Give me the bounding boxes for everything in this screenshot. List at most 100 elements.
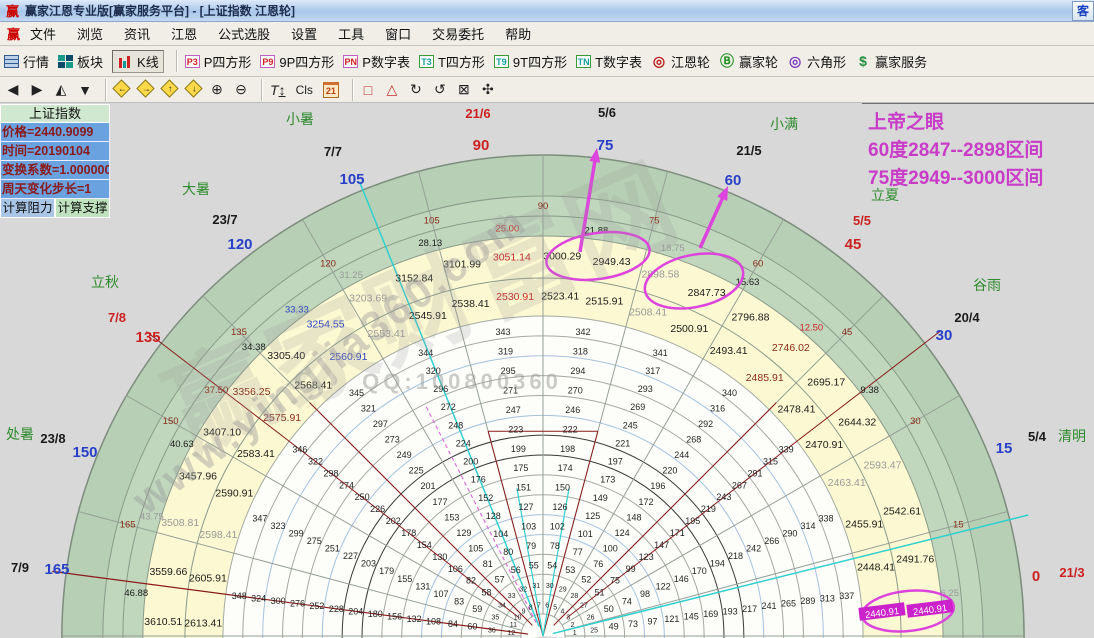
toolbar-item-行情[interactable]: 行情 (4, 52, 49, 71)
wheel-label: 2545.91 (409, 310, 447, 322)
wheel-label: 178 (401, 528, 416, 538)
wheel-label: 272 (441, 402, 456, 412)
pan-right-icon[interactable]: → (138, 82, 152, 98)
customer-service-button[interactable]: 客 (1072, 1, 1094, 21)
wheel-label: 2455.91 (845, 519, 883, 531)
pan-down-icon[interactable]: ↓ (186, 82, 200, 98)
calendar-icon[interactable]: 21 (323, 81, 339, 98)
wheel-label: 297 (373, 419, 388, 429)
rotate-cw-icon[interactable]: ↻ (409, 81, 423, 98)
wheel-label: 75 (597, 137, 614, 154)
menu-item-0[interactable]: 文件 (30, 27, 56, 42)
menu-item-1[interactable]: 浏览 (77, 27, 103, 42)
zoom-out-icon[interactable]: ⊖ (234, 81, 248, 98)
wheel-label: 195 (685, 516, 700, 526)
wheel-label: 145 (684, 611, 699, 621)
menu-item-2[interactable]: 资讯 (124, 27, 150, 42)
wheel-label: 126 (552, 502, 567, 512)
menu-item-3[interactable]: 江恩 (171, 27, 197, 42)
wheel-label: 153 (444, 512, 459, 522)
wheel-label: 49 (609, 622, 619, 632)
triangle-tool-icon[interactable]: △ (385, 81, 399, 98)
wheel-label: 219 (701, 504, 716, 514)
wheel-label: 322 (308, 456, 323, 466)
wheel-label: 102 (550, 522, 565, 532)
menu-item-4[interactable]: 公式选股 (218, 27, 270, 42)
wheel-label: 8 (529, 604, 533, 611)
wheel-label: 3457.96 (179, 471, 217, 483)
toolbar-item-赢家服务[interactable]: $赢家服务 (855, 52, 927, 71)
menu-item-9[interactable]: 帮助 (505, 27, 531, 42)
wheel-label: 56 (511, 565, 521, 575)
nav-down-icon[interactable]: ▼ (78, 82, 92, 98)
cls-button[interactable]: Cls (296, 83, 313, 97)
wheel-label: 249 (397, 450, 412, 460)
wheel-label: 265 (781, 599, 796, 609)
toolbar-label: K线 (137, 52, 159, 71)
wheel-label: 37.50 (204, 385, 228, 396)
toolbar-item-P四方形[interactable]: P3P四方形 (185, 52, 252, 71)
rotate-ccw-icon[interactable]: ↺ (433, 81, 447, 98)
toolbar-item-K线[interactable]: K线 (112, 50, 164, 73)
wheel-label: 3508.81 (161, 517, 199, 529)
wheel-label: 12.50 (799, 322, 823, 333)
wheel-label: 80 (503, 547, 513, 557)
wheel-label: 5/5 (853, 213, 871, 228)
nav-right-icon[interactable]: ▶ (30, 81, 44, 98)
wheel-label: 2530.91 (496, 291, 534, 303)
wheel-label: 344 (418, 348, 433, 358)
wheel-label: 谷雨 (973, 277, 1001, 293)
toolbar-separator (261, 79, 263, 101)
toolbar-item-T四方形[interactable]: T3T四方形 (419, 52, 485, 71)
toolbar-item-板块[interactable]: 板块 (58, 52, 103, 71)
menu-item-7[interactable]: 窗口 (385, 27, 411, 42)
wheel-label: 2568.41 (294, 379, 332, 391)
menu-item-8[interactable]: 交易委托 (432, 27, 484, 42)
menu-item-6[interactable]: 工具 (338, 27, 364, 42)
panel-row-1: 时间=20190104 (0, 142, 110, 161)
pan-left-icon[interactable]: ← (114, 82, 128, 98)
wheel-label: 3305.40 (267, 350, 305, 362)
wheel-label: 2463.41 (828, 477, 866, 489)
wheel-label: 152 (478, 493, 493, 503)
wheel-label: 大暑 (182, 181, 210, 197)
wheel-label: 319 (498, 347, 513, 357)
wheel-label: 174 (558, 463, 573, 473)
wheel-label: 252 (309, 601, 324, 611)
wheel-label: 3203.69 (349, 293, 387, 305)
gann-wheel-chart-area[interactable]: 1234567891011122526272829303132333435364… (0, 103, 1094, 638)
toolbar-item-江恩轮[interactable]: ◎江恩轮 (651, 52, 710, 71)
wheel-label: 2 (571, 622, 575, 629)
wheel-label: 123 (639, 552, 654, 562)
wheel-label: 105 (424, 216, 440, 227)
toolbar-item-T数字表[interactable]: TNT数字表 (576, 52, 642, 71)
toolbar-item-六角形[interactable]: ◎六角形 (787, 52, 846, 71)
calc-support-button[interactable]: 计算支撑 (55, 199, 110, 218)
toolbar-item-9T四方形[interactable]: T99T四方形 (494, 52, 567, 71)
fit-icon[interactable]: ✣ (481, 81, 495, 98)
menu-item-5[interactable]: 设置 (291, 27, 317, 42)
wheel-label: 125 (585, 511, 600, 521)
toolbar-item-9P四方形[interactable]: P99P四方形 (260, 52, 334, 71)
pn-icon: PN (343, 55, 358, 68)
rect-tool-icon[interactable]: □ (361, 82, 375, 98)
wheel-label: 220 (662, 466, 677, 476)
toolbar-separator (105, 79, 107, 101)
wheel-label: 2448.41 (857, 562, 895, 574)
t-updown-icon[interactable]: T↕ (270, 82, 286, 98)
expand-icon[interactable]: ⊠ (457, 81, 471, 98)
pan-up-icon[interactable]: ↑ (162, 82, 176, 98)
calc-resistance-button[interactable]: 计算阻力 (0, 199, 55, 218)
wheel-label: 247 (506, 405, 521, 415)
nav-up-icon[interactable]: ◭ (54, 81, 68, 98)
zoom-in-icon[interactable]: ⊕ (210, 81, 224, 98)
wheel-label: 345 (349, 388, 364, 398)
wheel-label: 298 (324, 468, 339, 478)
wheel-label: 84 (448, 619, 458, 629)
wheel-label: 99 (626, 564, 636, 574)
toolbar-item-赢家轮[interactable]: Ⓑ赢家轮 (719, 52, 778, 71)
wheel-label: 148 (627, 512, 642, 522)
nav-left-icon[interactable]: ◀ (6, 81, 20, 98)
toolbar-item-P数字表[interactable]: PNP数字表 (343, 52, 410, 71)
wheel-label: 313 (820, 594, 835, 604)
